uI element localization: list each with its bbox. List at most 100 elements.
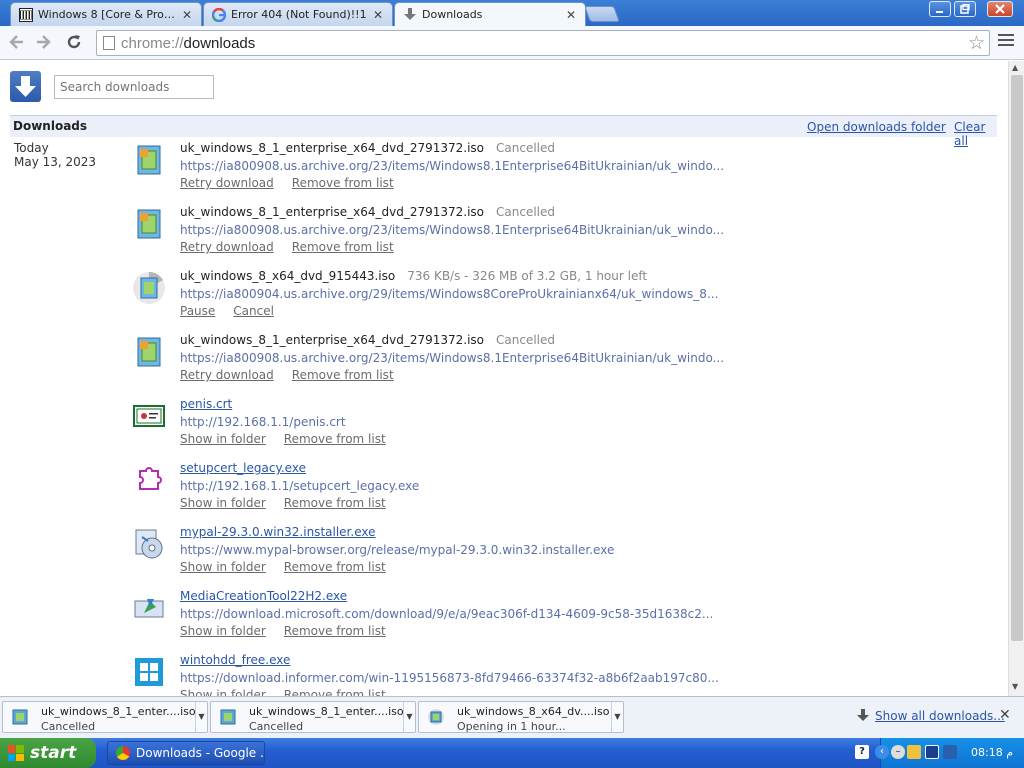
tab-error-404[interactable]: Error 404 (Not Found)!!1 ✕ bbox=[203, 2, 393, 26]
volume-icon[interactable]: – bbox=[891, 745, 905, 759]
shelf-item[interactable]: uk_windows_8_1_enter....iso Cancelled ▼ bbox=[210, 701, 416, 733]
search-downloads-input[interactable] bbox=[54, 75, 214, 99]
show-all-downloads-link[interactable]: Show all downloads... bbox=[875, 709, 1005, 723]
iso-file-icon[interactable] bbox=[132, 207, 166, 241]
download-item: wintohdd_free.exe https://download.inform… bbox=[128, 653, 719, 696]
download-filename-text[interactable]: wintohdd_free.exe bbox=[180, 653, 290, 667]
puzzle-icon[interactable] bbox=[132, 463, 166, 497]
pause-link[interactable]: Pause bbox=[180, 304, 215, 318]
forward-button[interactable] bbox=[34, 33, 54, 53]
download-filename[interactable]: MediaCreationTool22H2.exe bbox=[180, 589, 347, 603]
chevron-down-icon[interactable]: ▼ bbox=[611, 702, 623, 732]
download-filename[interactable]: mypal-29.3.0.win32.installer.exe bbox=[180, 525, 375, 539]
download-source-url[interactable]: http://192.168.1.1/setupcert_legacy.exe bbox=[180, 479, 419, 493]
chevron-left-icon[interactable]: ‹ bbox=[875, 745, 889, 759]
close-icon[interactable]: ✕ bbox=[565, 8, 577, 22]
chevron-down-icon[interactable]: ▼ bbox=[195, 702, 207, 732]
show-in-folder-link[interactable]: Show in folder bbox=[180, 496, 266, 510]
download-filename-text[interactable]: setupcert_legacy.exe bbox=[180, 461, 306, 475]
download-filename: uk_windows_8_x64_dvd_915443.iso 736 KB/s … bbox=[180, 269, 647, 283]
cancel-link[interactable]: Cancel bbox=[233, 304, 274, 318]
download-source-url[interactable]: https://download.informer.com/win-119515… bbox=[180, 671, 719, 685]
open-downloads-folder-link[interactable]: Open downloads folder bbox=[807, 120, 946, 134]
download-filename[interactable]: penis.crt bbox=[180, 397, 232, 411]
keyboard-icon[interactable] bbox=[943, 745, 957, 759]
download-filename-text[interactable]: penis.crt bbox=[180, 397, 232, 411]
security-icon[interactable] bbox=[907, 745, 921, 759]
installer-icon[interactable] bbox=[132, 527, 166, 561]
remove-from-list-link[interactable]: Remove from list bbox=[284, 688, 386, 696]
tab-downloads[interactable]: Downloads ✕ bbox=[394, 2, 586, 26]
download-actions: Pause Cancel bbox=[180, 304, 292, 318]
download-item: MediaCreationTool22H2.exe https://downloa… bbox=[128, 589, 713, 649]
remove-from-list-link[interactable]: Remove from list bbox=[292, 176, 394, 190]
menu-icon[interactable] bbox=[998, 34, 1014, 49]
title-bar: Windows 8 [Core & Pro] (Uk ✕ Error 404 (… bbox=[0, 0, 1024, 26]
show-in-folder-link[interactable]: Show in folder bbox=[180, 432, 266, 446]
scroll-thumb[interactable] bbox=[1011, 75, 1023, 641]
download-filename[interactable]: wintohdd_free.exe bbox=[180, 653, 290, 667]
iso-file-icon[interactable] bbox=[132, 335, 166, 369]
retry-download-link[interactable]: Retry download bbox=[180, 240, 274, 254]
download-actions: Show in folder Remove from list bbox=[180, 432, 404, 446]
download-filename-text[interactable]: MediaCreationTool22H2.exe bbox=[180, 589, 347, 603]
download-source-url[interactable]: https://www.mypal-browser.org/release/my… bbox=[180, 543, 614, 557]
download-source-url[interactable]: http://192.168.1.1/penis.crt bbox=[180, 415, 346, 429]
windows-logo-icon[interactable] bbox=[132, 655, 166, 689]
start-button[interactable]: start bbox=[0, 738, 96, 768]
iso-file-icon[interactable] bbox=[132, 143, 166, 177]
clear-all-link[interactable]: Clear all bbox=[954, 120, 997, 148]
remove-from-list-link[interactable]: Remove from list bbox=[292, 240, 394, 254]
download-source-url[interactable]: https://ia800908.us.archive.org/23/items… bbox=[180, 159, 724, 173]
taskbar-window-button[interactable]: Downloads - Google ... bbox=[107, 741, 265, 765]
tab-label: Windows 8 [Core & Pro] (Uk bbox=[38, 8, 177, 21]
shelf-item[interactable]: uk_windows_8_x64_dv....iso Opening in 1 … bbox=[418, 701, 624, 733]
show-in-folder-link[interactable]: Show in folder bbox=[180, 560, 266, 574]
close-icon[interactable]: ✕ bbox=[372, 8, 384, 22]
download-item: mypal-29.3.0.win32.installer.exe https://… bbox=[128, 525, 688, 585]
google-icon bbox=[212, 7, 226, 22]
chevron-down-icon[interactable]: ▼ bbox=[403, 702, 415, 732]
tab-archive[interactable]: Windows 8 [Core & Pro] (Uk ✕ bbox=[10, 2, 202, 26]
certificate-icon[interactable] bbox=[132, 399, 166, 433]
download-filename-text: uk_windows_8_x64_dvd_915443.iso bbox=[180, 269, 396, 283]
remove-from-list-link[interactable]: Remove from list bbox=[284, 432, 386, 446]
help-icon[interactable]: ? bbox=[855, 745, 869, 759]
back-button[interactable] bbox=[6, 33, 26, 53]
reload-button[interactable] bbox=[64, 33, 84, 53]
shelf-item[interactable]: uk_windows_8_1_enter....iso Cancelled ▼ bbox=[2, 701, 208, 733]
url-scheme: chrome:// bbox=[121, 35, 184, 52]
new-tab-button[interactable] bbox=[584, 6, 620, 22]
scroll-down-icon[interactable]: ▼ bbox=[1012, 682, 1018, 691]
shelf-item-name: uk_windows_8_x64_dv....iso bbox=[457, 705, 610, 718]
close-icon[interactable]: ✕ bbox=[181, 8, 193, 22]
shelf-item-status: Opening in 1 hour... bbox=[457, 720, 566, 733]
media-creation-icon[interactable] bbox=[132, 591, 166, 625]
remove-from-list-link[interactable]: Remove from list bbox=[284, 496, 386, 510]
show-in-folder-link[interactable]: Show in folder bbox=[180, 624, 266, 638]
download-filename-text[interactable]: mypal-29.3.0.win32.installer.exe bbox=[180, 525, 375, 539]
close-window-button[interactable] bbox=[987, 1, 1013, 17]
download-source-url[interactable]: https://download.microsoft.com/download/… bbox=[180, 607, 713, 621]
remove-from-list-link[interactable]: Remove from list bbox=[292, 368, 394, 382]
minimize-button[interactable] bbox=[929, 1, 951, 17]
download-source-url[interactable]: https://ia800908.us.archive.org/23/items… bbox=[180, 351, 724, 365]
download-filename[interactable]: setupcert_legacy.exe bbox=[180, 461, 306, 475]
remove-from-list-link[interactable]: Remove from list bbox=[284, 624, 386, 638]
address-bar[interactable]: chrome://downloads ☆ bbox=[96, 30, 990, 56]
download-source-url[interactable]: https://ia800908.us.archive.org/23/items… bbox=[180, 223, 724, 237]
download-status: 736 KB/s - 326 MB of 3.2 GB, 1 hour left bbox=[407, 269, 648, 283]
page-scrollbar[interactable]: ▲ ▼ bbox=[1008, 61, 1024, 696]
retry-download-link[interactable]: Retry download bbox=[180, 368, 274, 382]
show-in-folder-link[interactable]: Show in folder bbox=[180, 688, 266, 696]
download-source-url[interactable]: https://ia800904.us.archive.org/29/items… bbox=[180, 287, 718, 301]
retry-download-link[interactable]: Retry download bbox=[180, 176, 274, 190]
bookmark-star-icon[interactable]: ☆ bbox=[968, 32, 985, 54]
scroll-up-icon[interactable]: ▲ bbox=[1012, 63, 1018, 72]
maximize-button[interactable] bbox=[954, 1, 976, 17]
close-icon[interactable]: ✕ bbox=[999, 707, 1011, 723]
in-progress-icon[interactable] bbox=[132, 271, 166, 305]
remove-from-list-link[interactable]: Remove from list bbox=[284, 560, 386, 574]
download-actions: Retry download Remove from list bbox=[180, 368, 412, 382]
network-icon[interactable] bbox=[925, 745, 939, 759]
